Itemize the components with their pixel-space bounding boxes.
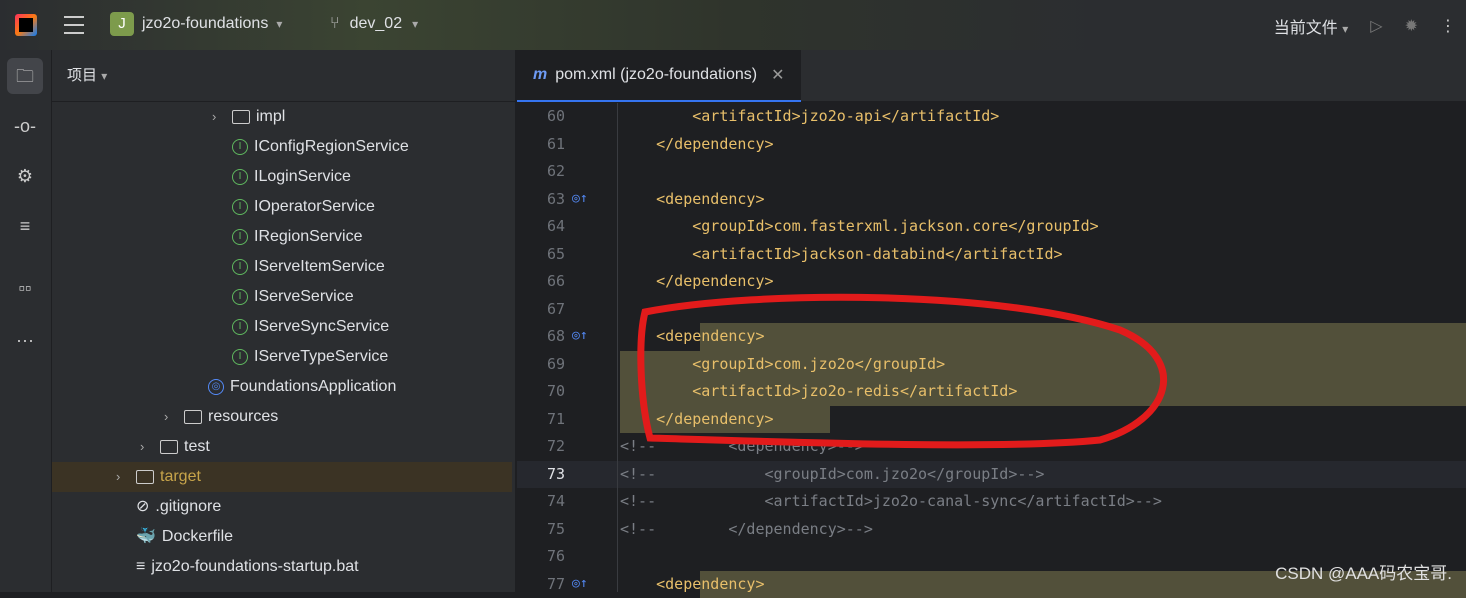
red-annotation-circle: [0, 0, 1466, 592]
watermark: CSDN @AAA码农宝哥.: [1275, 559, 1452, 584]
